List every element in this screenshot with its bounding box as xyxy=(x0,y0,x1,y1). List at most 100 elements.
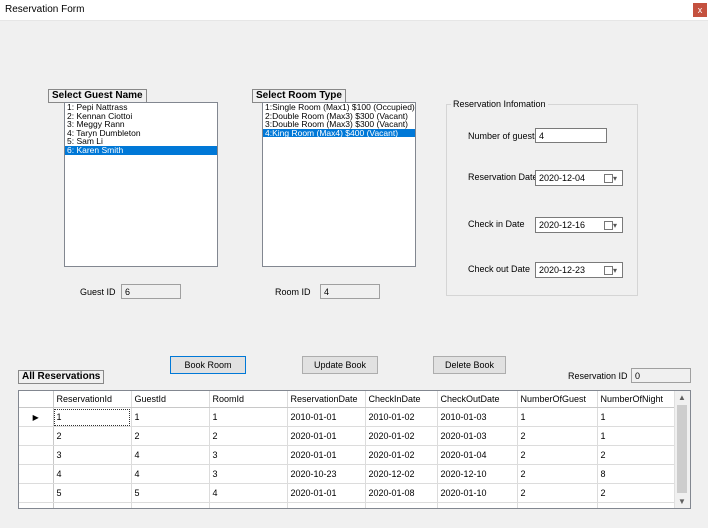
table-cell[interactable]: 2020-01-01 xyxy=(287,426,366,446)
table-cell[interactable]: 1 xyxy=(597,426,677,446)
table-cell[interactable]: 2020-01-01 xyxy=(287,483,366,503)
column-header[interactable]: GuestId xyxy=(131,391,210,408)
check-out-date-picker[interactable]: 2020-12-23 ▾ xyxy=(535,262,623,278)
table-cell[interactable]: 4 xyxy=(209,483,288,503)
table-cell[interactable]: 2010-01-01 xyxy=(287,407,366,427)
table-cell[interactable]: 2 xyxy=(517,464,598,484)
table-cell[interactable]: 2020-01-03 xyxy=(437,426,518,446)
table-cell[interactable]: 3 xyxy=(53,445,132,465)
table-cell[interactable]: 2020-12-02 xyxy=(365,464,438,484)
table-cell[interactable]: 5 xyxy=(131,483,210,503)
table-cell[interactable]: 3 xyxy=(209,445,288,465)
table-cell[interactable]: 2010-01-03 xyxy=(437,407,518,427)
check-out-date-value: 2020-12-23 xyxy=(539,265,586,275)
reservation-date-picker[interactable]: 2020-12-04 ▾ xyxy=(535,170,623,186)
table-cell[interactable]: 2 xyxy=(209,426,288,446)
calendar-icon[interactable]: ▾ xyxy=(604,221,618,231)
guest-id-field[interactable]: 6 xyxy=(121,284,181,299)
table-cell[interactable]: 1 xyxy=(53,407,132,427)
table-cell[interactable]: 4 xyxy=(209,502,288,508)
guest-id-label: Guest ID xyxy=(80,287,116,297)
number-of-guests-input[interactable]: 4 xyxy=(535,128,607,143)
table-cell[interactable]: 3 xyxy=(209,464,288,484)
row-header[interactable] xyxy=(19,502,54,508)
table-cell[interactable]: 6 xyxy=(131,502,210,508)
guest-list-item[interactable]: 6: Karen Smith xyxy=(65,146,217,155)
scrollbar-thumb[interactable] xyxy=(677,405,687,493)
table-row[interactable]: 4 4 3 2020-10-23 2020-12-02 2020-12-10 2 8 xyxy=(19,464,677,484)
table-cell[interactable]: 2010-01-02 xyxy=(365,407,438,427)
row-header[interactable] xyxy=(19,426,54,446)
table-cell[interactable]: 2020-12-04 xyxy=(287,502,366,508)
all-reservations-label: All Reservations xyxy=(18,370,105,384)
column-header[interactable]: CheckInDate xyxy=(365,391,438,408)
table-cell[interactable]: 2 xyxy=(131,426,210,446)
table-cell[interactable]: 2020-01-01 xyxy=(287,445,366,465)
reservation-id-field[interactable]: 0 xyxy=(631,368,691,383)
table-cell[interactable]: 4 xyxy=(53,464,132,484)
chevron-down-icon[interactable]: ▼ xyxy=(678,497,686,506)
delete-book-button[interactable]: Delete Book xyxy=(433,356,506,374)
table-cell[interactable]: 8 xyxy=(597,464,677,484)
table-row[interactable]: 3 4 3 2020-01-01 2020-01-02 2020-01-04 2 2 xyxy=(19,445,677,465)
column-header[interactable]: RoomId xyxy=(209,391,288,408)
room-list-item[interactable]: 4:King Room (Max4) $400 (Vacant) xyxy=(263,129,415,138)
calendar-icon[interactable]: ▾ xyxy=(604,174,618,184)
row-header[interactable] xyxy=(19,445,54,465)
column-header[interactable]: NumberOfNight xyxy=(597,391,677,408)
column-header[interactable]: ReservationId xyxy=(53,391,132,408)
row-header[interactable]: ▶ xyxy=(19,407,54,427)
table-cell[interactable]: 1 xyxy=(517,407,598,427)
table-cell[interactable]: 4 xyxy=(517,502,598,508)
update-book-button[interactable]: Update Book xyxy=(302,356,378,374)
table-cell[interactable]: 2020-01-10 xyxy=(437,483,518,503)
guest-listbox[interactable]: 1: Pepi Nattrass 2: Kennan Ciottoi 3: Megg… xyxy=(64,102,218,267)
table-row[interactable]: 6642020-12-042020-12-162020-12-2347 xyxy=(19,502,677,508)
table-cell[interactable]: 1 xyxy=(209,407,288,427)
book-room-button[interactable]: Book Room xyxy=(170,356,246,374)
table-cell[interactable]: 2 xyxy=(53,426,132,446)
row-header[interactable] xyxy=(19,483,54,503)
table-cell[interactable]: 6 xyxy=(53,502,132,508)
vertical-scrollbar[interactable]: ▲ ▼ xyxy=(674,391,690,508)
reservations-grid[interactable]: ReservationId GuestId RoomId ReservationDat… xyxy=(18,390,691,509)
reservation-date-value: 2020-12-04 xyxy=(539,173,586,183)
table-cell[interactable]: 5 xyxy=(53,483,132,503)
table-cell[interactable]: 2 xyxy=(517,483,598,503)
row-header[interactable] xyxy=(19,464,54,484)
table-cell[interactable]: 1 xyxy=(131,407,210,427)
room-listbox[interactable]: 1:Single Room (Max1) $100 (Occupied) 2:Do… xyxy=(262,102,416,267)
table-cell[interactable]: 2020-10-23 xyxy=(287,464,366,484)
number-of-guests-label: Number of guests xyxy=(468,131,540,141)
table-cell[interactable]: 2020-01-04 xyxy=(437,445,518,465)
reservation-info-title: Reservation Infomation xyxy=(451,99,548,109)
table-cell[interactable]: 2 xyxy=(517,445,598,465)
table-row[interactable]: ▶ 1 1 1 2010-01-01 2010-01-02 2010-01-03 1 1 xyxy=(19,407,677,427)
table-cell[interactable]: 2020-12-23 xyxy=(437,502,518,508)
table-cell[interactable]: 2 xyxy=(597,483,677,503)
column-header[interactable]: ReservationDate xyxy=(287,391,366,408)
table-row[interactable]: 5 5 4 2020-01-01 2020-01-08 2020-01-10 2 2 xyxy=(19,483,677,503)
table-cell[interactable]: 2 xyxy=(517,426,598,446)
row-header-corner xyxy=(19,391,54,408)
calendar-icon[interactable]: ▾ xyxy=(604,266,618,276)
check-in-date-picker[interactable]: 2020-12-16 ▾ xyxy=(535,217,623,233)
reservation-id-label: Reservation ID xyxy=(568,371,628,381)
table-cell[interactable]: 2020-12-10 xyxy=(437,464,518,484)
room-id-field[interactable]: 4 xyxy=(320,284,380,299)
table-cell[interactable]: 7 xyxy=(597,502,677,508)
column-header[interactable]: NumberOfGuest xyxy=(517,391,598,408)
close-button[interactable]: x xyxy=(693,3,707,17)
table-cell[interactable]: 2020-01-02 xyxy=(365,445,438,465)
table-row[interactable]: 2 2 2 2020-01-01 2020-01-02 2020-01-03 2 1 xyxy=(19,426,677,446)
table-cell[interactable]: 1 xyxy=(597,407,677,427)
table-cell[interactable]: 4 xyxy=(131,445,210,465)
chevron-up-icon[interactable]: ▲ xyxy=(678,393,686,402)
table-cell[interactable]: 2020-12-16 xyxy=(365,502,438,508)
table-cell[interactable]: 2020-01-08 xyxy=(365,483,438,503)
check-in-date-value: 2020-12-16 xyxy=(539,220,586,230)
column-header[interactable]: CheckOutDate xyxy=(437,391,518,408)
table-cell[interactable]: 2020-01-02 xyxy=(365,426,438,446)
table-cell[interactable]: 2 xyxy=(597,445,677,465)
table-cell[interactable]: 4 xyxy=(131,464,210,484)
